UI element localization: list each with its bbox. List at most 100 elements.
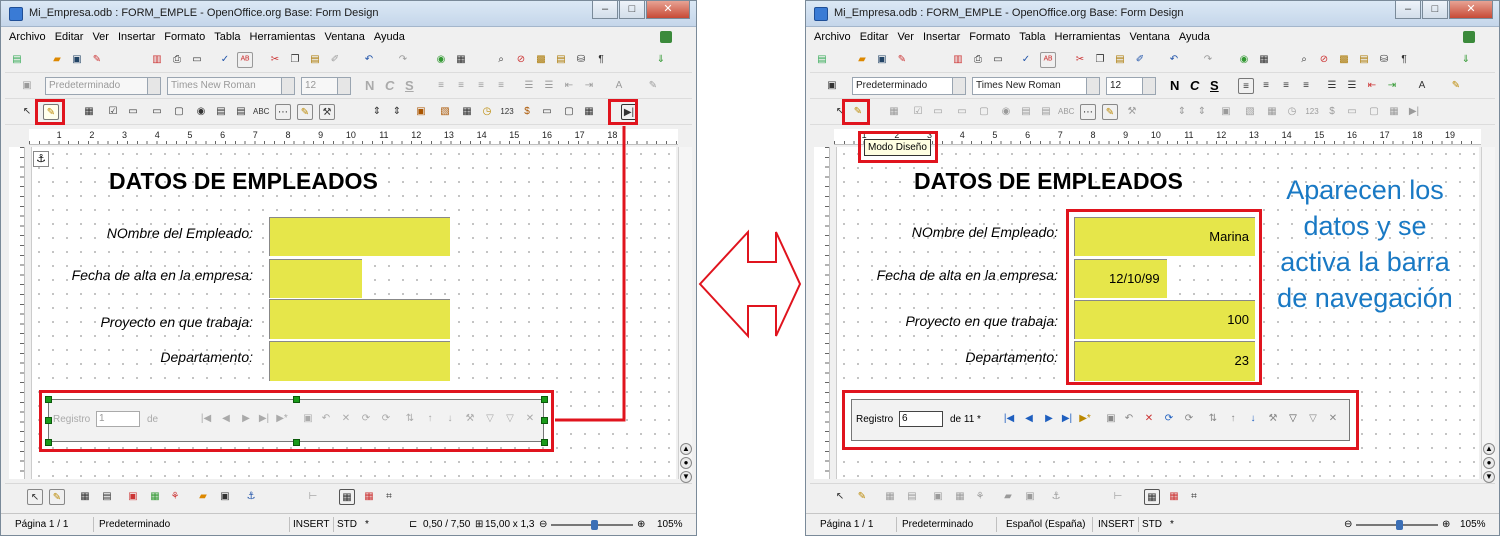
listbox-icon[interactable]: ▤: [1018, 104, 1034, 120]
align-left-icon[interactable]: ≡: [1238, 78, 1254, 94]
menu-formato[interactable]: Formato: [164, 27, 205, 47]
date-field-icon[interactable]: ▦: [1264, 104, 1280, 120]
design-mode-icon[interactable]: ✎: [49, 489, 65, 505]
italic-icon[interactable]: C: [1190, 77, 1199, 95]
navigator2-icon[interactable]: ⊘: [1316, 52, 1332, 68]
menu-tabla[interactable]: Tabla: [214, 27, 240, 47]
guides-icon[interactable]: ⌗: [381, 489, 397, 505]
menu-editar[interactable]: Editar: [55, 27, 84, 47]
remove-filter-icon[interactable]: ✕: [1326, 412, 1340, 426]
form-navigator-icon[interactable]: ▤: [904, 489, 920, 505]
sort-icon[interactable]: ⇅: [403, 412, 417, 426]
textbox-icon[interactable]: ▭: [930, 104, 946, 120]
close-button[interactable]: ✕: [1449, 1, 1493, 19]
spin-button-icon[interactable]: ⇕: [369, 104, 385, 120]
listbox-icon[interactable]: ▤: [213, 104, 229, 120]
minimize-button[interactable]: –: [592, 1, 618, 19]
form-properties-icon[interactable]: ▦: [952, 489, 968, 505]
copy-icon[interactable]: ❐: [287, 52, 303, 68]
last-record-icon[interactable]: ▶|: [1060, 412, 1074, 426]
selection-mode[interactable]: STD: [1142, 519, 1162, 530]
cut-icon[interactable]: ✂: [267, 52, 283, 68]
styles-icon[interactable]: ▣: [19, 78, 35, 94]
selection-handle[interactable]: [293, 396, 300, 403]
database-icon[interactable]: ⛁: [1376, 52, 1392, 68]
menu-ventana[interactable]: Ventana: [325, 27, 365, 47]
option-button-icon[interactable]: ◉: [193, 104, 209, 120]
anchor-icon[interactable]: ⚓: [1048, 489, 1064, 505]
save-record-icon[interactable]: ▣: [301, 412, 315, 426]
language[interactable]: Español (España): [1006, 519, 1086, 530]
open-icon[interactable]: ▰: [854, 52, 870, 68]
grid-icon[interactable]: ▦: [1144, 489, 1160, 505]
new-icon[interactable]: ▤: [814, 52, 830, 68]
navigation-bar[interactable]: Registro 1 de |◀ ◀ ▶ ▶| ▶* ▣ ↶ ✕ ⟳ ⟳ ⇅ ↑…: [48, 399, 544, 442]
bullets-icon[interactable]: ☰: [541, 78, 557, 94]
navigation-bar-icon[interactable]: ▶|: [1406, 104, 1422, 120]
next-record-icon[interactable]: ▶: [1042, 412, 1056, 426]
navigation-icon[interactable]: ●: [680, 457, 692, 469]
prev-page-icon[interactable]: ▲: [680, 443, 692, 455]
next-record-icon[interactable]: ▶: [239, 412, 253, 426]
align-center-icon[interactable]: ≡: [453, 78, 469, 94]
selection-handle[interactable]: [45, 439, 52, 446]
new-icon[interactable]: ▤: [9, 52, 25, 68]
selection-mode[interactable]: STD: [337, 519, 357, 530]
anchor-icon[interactable]: ⚓: [243, 489, 259, 505]
label-field-icon[interactable]: ABC: [253, 104, 269, 120]
refresh-icon[interactable]: ⟳: [1162, 412, 1176, 426]
group-box-icon[interactable]: ▢: [1366, 104, 1382, 120]
numbering-icon[interactable]: ☰: [1324, 78, 1340, 94]
export-pdf-icon[interactable]: ▥: [149, 52, 165, 68]
form-design-icon[interactable]: ▦: [882, 489, 898, 505]
table-icon[interactable]: ▦: [1256, 52, 1272, 68]
time-field-icon[interactable]: ◷: [1284, 104, 1300, 120]
align-icon[interactable]: ⊢: [305, 489, 321, 505]
navigator-icon[interactable]: ◉: [433, 52, 449, 68]
control-properties-icon[interactable]: ▣: [930, 489, 946, 505]
align-right-icon[interactable]: ≡: [473, 78, 489, 94]
print-icon[interactable]: ⎙: [169, 52, 185, 68]
update-icon[interactable]: [1463, 31, 1475, 43]
minimize-button[interactable]: –: [1395, 1, 1421, 19]
datasources-icon[interactable]: ▤: [553, 52, 569, 68]
print-icon[interactable]: ⎙: [970, 52, 986, 68]
image-button-icon[interactable]: ▣: [1218, 104, 1234, 120]
selection-handle[interactable]: [541, 417, 548, 424]
align-right-icon[interactable]: ≡: [1278, 78, 1294, 94]
navigation-bar[interactable]: Registro 6 de 11 * |◀ ◀ ▶ ▶| ▶* ▣ ↶ ✕ ⟳ …: [851, 399, 1350, 441]
paragraph-style-combo[interactable]: Predeterminado: [852, 77, 966, 95]
zoom-level[interactable]: 105%: [657, 519, 683, 530]
spellcheck-icon[interactable]: ✓: [217, 52, 233, 68]
underline-icon[interactable]: S: [405, 77, 414, 95]
page-preview-icon[interactable]: ▭: [990, 52, 1006, 68]
increase-indent-icon[interactable]: ⇥: [1384, 78, 1400, 94]
close-button[interactable]: ✕: [646, 1, 690, 19]
font-size-combo[interactable]: 12: [301, 77, 351, 95]
undo-record-icon[interactable]: ↶: [319, 412, 333, 426]
menu-herramientas[interactable]: Herramientas: [250, 27, 316, 47]
numeric-field-icon[interactable]: 123: [1304, 104, 1320, 120]
push-button-icon[interactable]: ▢: [976, 104, 992, 120]
navigator-icon[interactable]: ◉: [1236, 52, 1252, 68]
fecha-field[interactable]: [269, 259, 362, 298]
form-design-toggle-icon[interactable]: ✎: [297, 104, 313, 120]
activation-order-icon[interactable]: ▰: [195, 489, 211, 505]
select-icon[interactable]: ↖: [27, 489, 43, 505]
add-field-icon[interactable]: ⚘: [167, 489, 183, 505]
refresh-control-icon[interactable]: ⟳: [1182, 412, 1196, 426]
save-record-icon[interactable]: ▣: [1104, 412, 1118, 426]
autofilter-icon[interactable]: ⚒: [1266, 412, 1280, 426]
new-record-icon[interactable]: ▶*: [275, 412, 289, 426]
datasources-icon[interactable]: ▤: [1356, 52, 1372, 68]
sort-ascending-icon[interactable]: ↑: [1226, 412, 1240, 426]
scrollbar-icon[interactable]: ⇕: [389, 104, 405, 120]
prev-record-icon[interactable]: ◀: [219, 412, 233, 426]
menu-editar[interactable]: Editar: [860, 27, 889, 47]
spellcheck-icon[interactable]: ✓: [1018, 52, 1034, 68]
more-controls-icon[interactable]: ⋯: [275, 104, 291, 120]
form-filter-icon[interactable]: ▽: [503, 412, 517, 426]
menu-insertar[interactable]: Insertar: [923, 27, 960, 47]
numbering-icon[interactable]: ☰: [521, 78, 537, 94]
new-record-icon[interactable]: ▶*: [1078, 412, 1092, 426]
